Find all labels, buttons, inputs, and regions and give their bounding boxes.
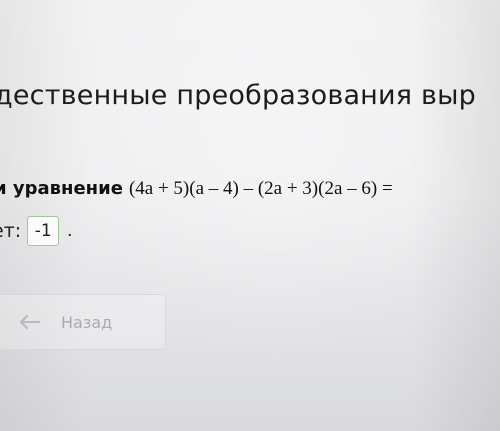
question-lead: и уравнение xyxy=(0,178,123,199)
question-expression: (4a + 5)(a – 4) – (2a + 3)(2a – 6) = xyxy=(128,178,393,199)
back-button-label: Назад xyxy=(61,312,113,332)
question-text: и уравнение (4a + 5)(a – 4) – (2a + 3)(2a… xyxy=(0,178,393,200)
answer-label: ет: xyxy=(0,220,22,242)
screen-glare xyxy=(0,0,500,431)
answer-input[interactable]: -1 xyxy=(27,216,60,246)
answer-row: ет: -1 . xyxy=(0,214,72,248)
arrow-left-icon xyxy=(20,315,40,329)
answer-suffix: . xyxy=(67,220,73,241)
back-button[interactable]: Назад xyxy=(0,294,166,350)
page-title: дественные преобразования выр xyxy=(0,80,476,111)
